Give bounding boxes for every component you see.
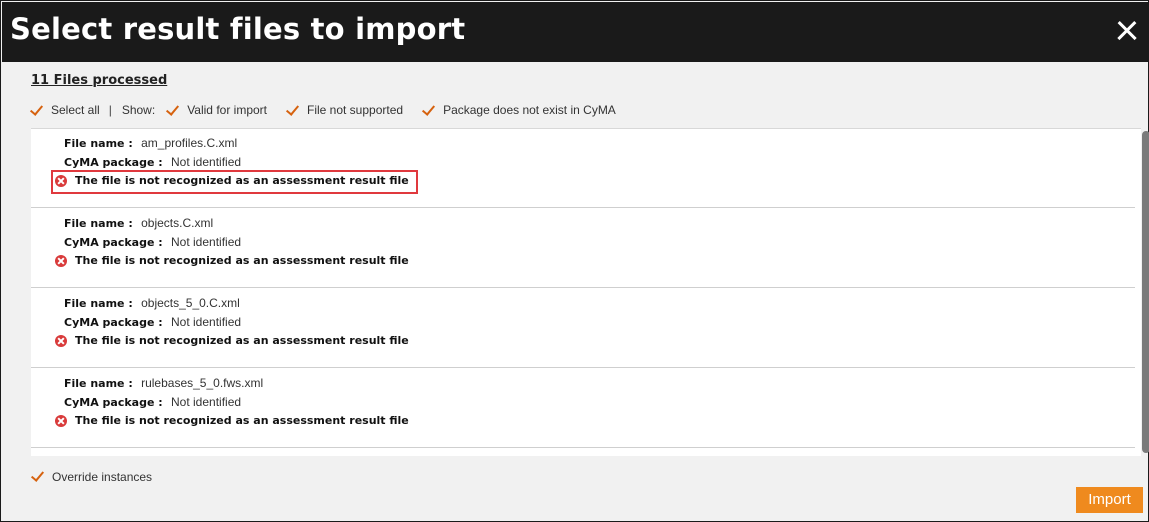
show-label: Show:	[121, 103, 156, 117]
package-value: Not identified	[171, 315, 242, 329]
package-row: CyMA package : Not identified	[64, 315, 241, 329]
package-row: CyMA package : Not identified	[64, 155, 241, 169]
close-icon[interactable]	[1112, 16, 1142, 46]
override-checkbox[interactable]	[30, 469, 45, 484]
filter-separator: |	[108, 103, 112, 117]
error-icon	[55, 334, 67, 347]
checkmark-icon[interactable]	[285, 103, 300, 118]
file-name-row: File name : am_profiles.C.xml	[64, 136, 237, 150]
list-item[interactable]: File name : objects.C.xml CyMA package :…	[31, 209, 1135, 288]
error-message: The file is not recognized as an assessm…	[75, 254, 409, 267]
list-item-partial[interactable]	[31, 449, 1135, 456]
package-value: Not identified	[171, 155, 242, 169]
files-processed-summary: 11 Files processed	[31, 73, 168, 88]
file-name-key: File name :	[64, 297, 133, 310]
filter-label: Valid for import	[187, 103, 267, 117]
list-item[interactable]: File name : am_profiles.C.xml CyMA packa…	[31, 129, 1135, 208]
package-key: CyMA package :	[64, 156, 163, 169]
dialog-title: Select result files to import	[10, 12, 466, 46]
select-all-checkbox[interactable]	[29, 103, 44, 118]
file-name-row: File name : objects.C.xml	[64, 216, 213, 230]
file-name-key: File name :	[64, 137, 133, 150]
file-name-value: am_profiles.C.xml	[141, 136, 238, 150]
error-row: The file is not recognized as an assessm…	[55, 254, 409, 267]
error-icon	[55, 254, 67, 267]
package-value: Not identified	[171, 395, 242, 409]
package-row: CyMA package : Not identified	[64, 395, 241, 409]
file-name-key: File name :	[64, 377, 133, 390]
package-key: CyMA package :	[64, 396, 163, 409]
package-row: CyMA package : Not identified	[64, 235, 241, 249]
override-label: Override instances	[52, 469, 153, 484]
error-icon	[55, 414, 67, 427]
dialog-titlebar: Select result files to import	[2, 2, 1148, 62]
checkmark-icon[interactable]	[165, 103, 180, 118]
list-item[interactable]: File name : rulebases_5_0.fws.xml CyMA p…	[31, 369, 1135, 448]
list-item[interactable]: File name : objects_5_0.C.xml CyMA packa…	[31, 289, 1135, 368]
filter-file-not-supported[interactable]: File not supported	[285, 103, 403, 118]
import-button[interactable]: Import	[1076, 487, 1143, 513]
file-name-value: objects_5_0.C.xml	[141, 296, 240, 310]
error-message: The file is not recognized as an assessm…	[75, 334, 409, 347]
file-list[interactable]: File name : am_profiles.C.xml CyMA packa…	[31, 128, 1141, 456]
override-instances[interactable]: Override instances	[30, 469, 152, 484]
filter-package-not-exist[interactable]: Package does not exist in CyMA	[421, 103, 616, 118]
package-key: CyMA package :	[64, 236, 163, 249]
filter-valid-for-import[interactable]: Valid for import	[165, 103, 267, 118]
list-scrollbar[interactable]	[1142, 131, 1149, 453]
file-name-key: File name :	[64, 217, 133, 230]
import-dialog: Select result files to import 11 Files p…	[0, 0, 1149, 522]
error-highlight-box	[51, 170, 418, 194]
file-name-value: rulebases_5_0.fws.xml	[141, 376, 264, 390]
error-message: The file is not recognized as an assessm…	[75, 414, 409, 427]
select-all-label: Select all	[51, 103, 100, 117]
filter-label: Package does not exist in CyMA	[443, 103, 616, 117]
package-value: Not identified	[171, 235, 242, 249]
filter-label: File not supported	[307, 103, 404, 117]
checkmark-icon[interactable]	[421, 103, 436, 118]
file-name-row: File name : objects_5_0.C.xml	[64, 296, 240, 310]
error-row: The file is not recognized as an assessm…	[55, 334, 409, 347]
filter-bar: Select all | Show: Valid for import File…	[29, 100, 634, 120]
package-key: CyMA package :	[64, 316, 163, 329]
error-row: The file is not recognized as an assessm…	[55, 414, 409, 427]
file-name-row: File name : rulebases_5_0.fws.xml	[64, 376, 263, 390]
file-name-value: objects.C.xml	[141, 216, 214, 230]
